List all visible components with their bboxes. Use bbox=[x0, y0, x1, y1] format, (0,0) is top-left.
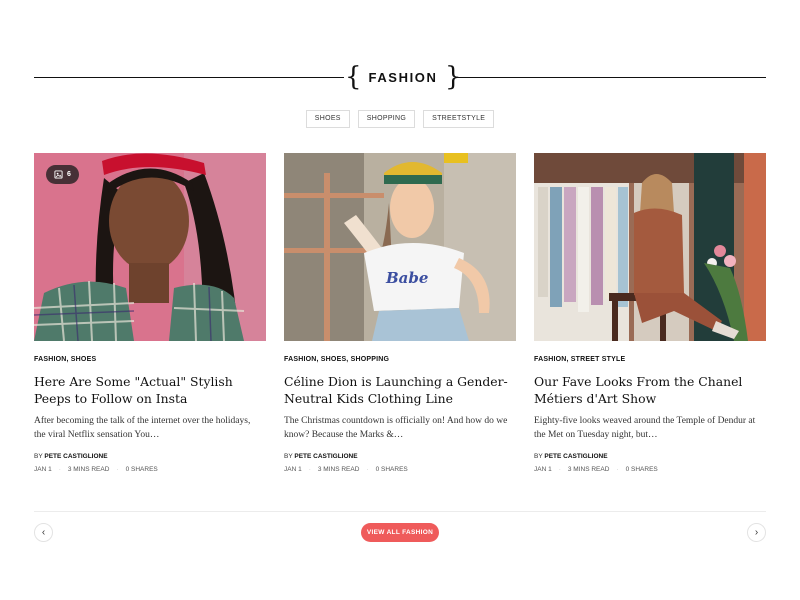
article-headline[interactable]: Céline Dion is Launching a Gender-Neutra… bbox=[284, 373, 516, 407]
article-headline[interactable]: Here Are Some "Actual" Stylish Peeps to … bbox=[34, 373, 266, 407]
article-image[interactable]: Babe bbox=[284, 153, 516, 341]
article-meta: JAN 1 · 3 MINS READ · 0 SHARES bbox=[534, 466, 766, 473]
ladder-photo: Babe bbox=[284, 153, 516, 341]
article-excerpt: The Christmas countdown is officially on… bbox=[284, 416, 508, 440]
meta-separator: · bbox=[58, 466, 61, 473]
share-count: 0 SHARES bbox=[625, 466, 658, 473]
author-link[interactable]: PETE CASTIGLIONE bbox=[544, 453, 607, 460]
article-categories[interactable]: FASHION, SHOES bbox=[34, 356, 266, 363]
article-date: JAN 1 bbox=[534, 466, 552, 473]
article-byline: BY PETE CASTIGLIONE bbox=[34, 453, 266, 460]
chevron-right-icon: › bbox=[754, 527, 759, 538]
gallery-count-badge[interactable]: 6 bbox=[46, 165, 79, 184]
article-headline[interactable]: Our Fave Looks From the Chanel Métiers d… bbox=[534, 373, 766, 407]
meta-separator: · bbox=[116, 466, 119, 473]
svg-text:Babe: Babe bbox=[385, 269, 428, 287]
meta-separator: · bbox=[308, 466, 311, 473]
article-image[interactable] bbox=[534, 153, 766, 341]
gallery-icon bbox=[54, 170, 63, 179]
section-title: FASHION bbox=[368, 70, 438, 85]
header-rule-right bbox=[456, 77, 766, 78]
footer-divider bbox=[34, 511, 766, 512]
author-link[interactable]: PETE CASTIGLIONE bbox=[294, 453, 357, 460]
article-meta: JAN 1 · 3 MINS READ · 0 SHARES bbox=[34, 466, 266, 473]
read-time: 3 MINS READ bbox=[567, 466, 610, 473]
byline-prefix: BY bbox=[284, 453, 293, 460]
article-card: 6 FASHION, SHOES Here Are Some "Actual" … bbox=[34, 153, 266, 473]
article-excerpt: After becoming the talk of the internet … bbox=[34, 416, 251, 440]
section-header: { FASHION } bbox=[34, 63, 766, 92]
article-byline: BY PETE CASTIGLIONE bbox=[284, 453, 516, 460]
read-time: 3 MINS READ bbox=[317, 466, 360, 473]
prev-button[interactable]: ‹ bbox=[34, 523, 53, 542]
tag-shopping[interactable]: SHOPPING bbox=[357, 110, 416, 128]
article-date: JAN 1 bbox=[34, 466, 52, 473]
header-rule-left bbox=[34, 77, 344, 78]
category-filter-tags: SHOES SHOPPING STREETSTYLE bbox=[0, 110, 800, 128]
byline-prefix: BY bbox=[534, 453, 543, 460]
article-meta: JAN 1 · 3 MINS READ · 0 SHARES bbox=[284, 466, 516, 473]
article-categories[interactable]: FASHION, SHOES, SHOPPING bbox=[284, 356, 516, 363]
article-card: Babe FASHION, SHOES, SHOPPING Céline Dio… bbox=[284, 153, 516, 473]
meta-separator: · bbox=[616, 466, 619, 473]
author-link[interactable]: PETE CASTIGLIONE bbox=[44, 453, 107, 460]
share-count: 0 SHARES bbox=[125, 466, 158, 473]
next-button[interactable]: › bbox=[747, 523, 766, 542]
article-byline: BY PETE CASTIGLIONE bbox=[534, 453, 766, 460]
article-date: JAN 1 bbox=[284, 466, 302, 473]
meta-separator: · bbox=[558, 466, 561, 473]
share-count: 0 SHARES bbox=[375, 466, 408, 473]
tag-shoes[interactable]: SHOES bbox=[305, 110, 350, 128]
article-card: FASHION, STREET STYLE Our Fave Looks Fro… bbox=[534, 153, 766, 473]
chevron-left-icon: ‹ bbox=[41, 527, 46, 538]
article-excerpt: Eighty-five looks weaved around the Temp… bbox=[534, 416, 756, 440]
meta-separator: · bbox=[366, 466, 369, 473]
boutique-photo bbox=[534, 153, 766, 341]
tag-streetstyle[interactable]: STREETSTYLE bbox=[423, 110, 495, 128]
byline-prefix: BY bbox=[34, 453, 43, 460]
view-all-button[interactable]: VIEW ALL FASHION bbox=[361, 523, 439, 542]
gallery-count: 6 bbox=[67, 171, 71, 178]
article-categories[interactable]: FASHION, STREET STYLE bbox=[534, 356, 766, 363]
read-time: 3 MINS READ bbox=[67, 466, 110, 473]
article-image[interactable]: 6 bbox=[34, 153, 266, 341]
